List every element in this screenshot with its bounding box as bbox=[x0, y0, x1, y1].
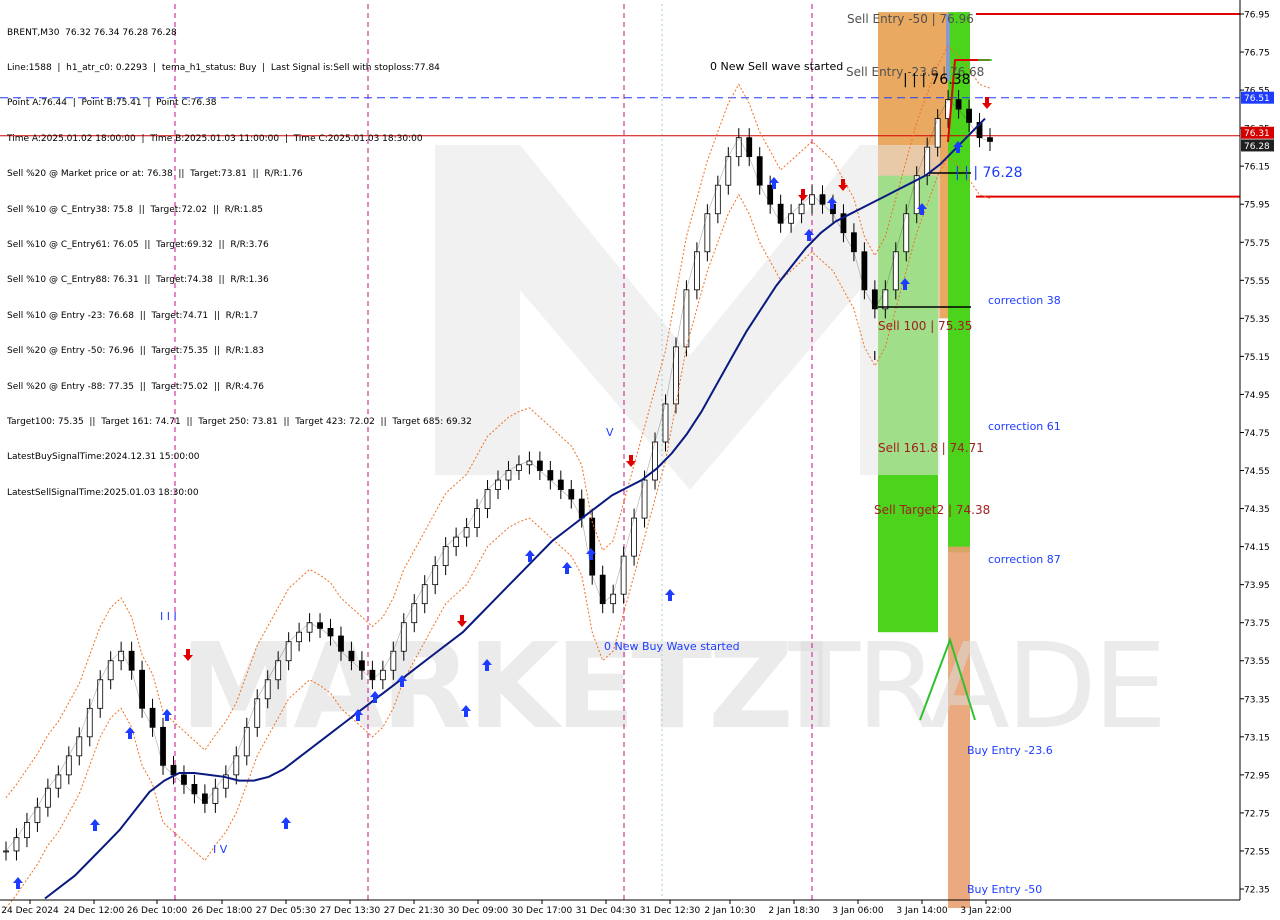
indicator-info-panel: BRENT,M30 76.32 76.34 76.28 76.28 Line:1… bbox=[7, 4, 472, 511]
svg-text:MARKETZI: MARKETZI bbox=[180, 617, 830, 755]
info-line-12: LatestSellSignalTime:2025.01.03 18:30:00 bbox=[7, 487, 199, 498]
x-tick-label-2: 26 Dec 10:00 bbox=[127, 906, 188, 916]
info-line-2: Time A:2025.01.02 18:00:00 | Time B:2025… bbox=[7, 133, 423, 144]
annotation-15: I V bbox=[213, 843, 228, 856]
y-tick-label-1: 76.75 bbox=[1244, 49, 1270, 59]
info-line-0: Line:1588 | h1_atr_c0: 0.2293 | tema_h1_… bbox=[7, 62, 440, 73]
x-tick-label-9: 31 Dec 04:30 bbox=[576, 906, 637, 916]
annotation-2: | | | 76.38 bbox=[903, 72, 971, 88]
y-tick-label-16: 73.75 bbox=[1244, 619, 1270, 629]
x-tick-label-11: 2 Jan 10:30 bbox=[704, 906, 756, 916]
annotation-13: Buy Entry -50 bbox=[967, 883, 1042, 896]
info-line-1: Point A:76.44 | Point B:75.41 | Point C:… bbox=[7, 98, 217, 109]
info-line-6: Sell %10 @ C_Entry88: 76.31 || Target:74… bbox=[7, 275, 269, 286]
x-tick-label-15: 3 Jan 22:00 bbox=[960, 906, 1012, 916]
x-tick-label-14: 3 Jan 14:00 bbox=[896, 906, 948, 916]
info-line-8: Sell %20 @ Entry -50: 76.96 || Target:75… bbox=[7, 346, 264, 357]
annotation-5: 0 New Buy Wave started bbox=[604, 640, 740, 653]
y-tick-label-23: 72.35 bbox=[1244, 886, 1270, 896]
y-tick-label-0: 76.95 bbox=[1244, 11, 1270, 21]
x-tick-label-6: 27 Dec 21:30 bbox=[384, 906, 445, 916]
x-tick-label-7: 30 Dec 09:00 bbox=[448, 906, 509, 916]
x-tick-label-5: 27 Dec 13:30 bbox=[320, 906, 381, 916]
info-line-7: Sell %10 @ Entry -23: 76.68 || Target:74… bbox=[7, 310, 259, 321]
y-tick-label-13: 74.35 bbox=[1244, 505, 1270, 515]
x-tick-label-12: 2 Jan 18:30 bbox=[768, 906, 820, 916]
x-tick-label-0: 24 Dec 2024 bbox=[1, 906, 59, 916]
x-tick-label-4: 27 Dec 05:30 bbox=[256, 906, 317, 916]
x-tick-label-3: 26 Dec 18:00 bbox=[192, 906, 253, 916]
y-tick-label-19: 73.15 bbox=[1244, 733, 1270, 743]
annotation-17: I bbox=[873, 349, 877, 363]
annotation-14: I I I bbox=[160, 610, 177, 623]
x-tick-label-8: 30 Dec 17:00 bbox=[512, 906, 573, 916]
price-badge-label-1: 76.31 bbox=[1244, 129, 1270, 139]
y-tick-label-18: 73.35 bbox=[1244, 695, 1270, 705]
annotation-3: | | | 76.28 bbox=[955, 165, 1023, 181]
annotation-6: Sell 100 | 75.35 bbox=[878, 319, 972, 333]
y-tick-label-8: 75.35 bbox=[1244, 315, 1270, 325]
annotation-7: Sell 161.8 | 74.71 bbox=[878, 441, 984, 455]
candle-body bbox=[3, 850, 9, 853]
info-line-5: Sell %10 @ C_Entry61: 76.05 || Target:69… bbox=[7, 239, 269, 250]
info-line-9: Sell %20 @ Entry -88: 77.35 || Target:75… bbox=[7, 381, 264, 392]
annotation-8: Sell Target2 | 74.38 bbox=[874, 503, 990, 517]
annotation-4: 0 New Sell wave started bbox=[710, 60, 843, 73]
annotation-11: correction 87 bbox=[988, 553, 1061, 566]
y-tick-label-21: 72.75 bbox=[1244, 809, 1270, 819]
svg-text:TRADE: TRADE bbox=[787, 617, 1163, 755]
info-line-10: Target100: 75.35 || Target 161: 74.71 ||… bbox=[7, 416, 472, 427]
y-tick-label-5: 75.95 bbox=[1244, 201, 1270, 211]
annotation-12: Buy Entry -23.6 bbox=[967, 744, 1053, 757]
info-line-4: Sell %10 @ C_Entry38: 75.8 || Target:72.… bbox=[7, 204, 263, 215]
y-tick-label-4: 76.15 bbox=[1244, 163, 1270, 173]
annotation-16: V bbox=[606, 426, 614, 439]
y-tick-label-17: 73.55 bbox=[1244, 657, 1270, 667]
x-tick-label-10: 31 Dec 12:30 bbox=[640, 906, 701, 916]
y-tick-label-6: 75.75 bbox=[1244, 239, 1270, 249]
annotation-10: correction 61 bbox=[988, 420, 1061, 433]
x-tick-label-1: 24 Dec 12:00 bbox=[64, 906, 125, 916]
y-tick-label-20: 72.95 bbox=[1244, 771, 1270, 781]
y-tick-label-10: 74.95 bbox=[1244, 391, 1270, 401]
y-tick-label-14: 74.15 bbox=[1244, 543, 1270, 553]
y-tick-label-15: 73.95 bbox=[1244, 581, 1270, 591]
annotation-0: Sell Entry -50 | 76.96 bbox=[847, 12, 974, 26]
y-tick-label-12: 74.55 bbox=[1244, 467, 1270, 477]
y-tick-label-9: 75.15 bbox=[1244, 353, 1270, 363]
info-line-11: LatestBuySignalTime:2024.12.31 15:00:00 bbox=[7, 452, 200, 463]
price-badge-label-0: 76.51 bbox=[1244, 94, 1270, 104]
info-line-3: Sell %20 @ Market price or at: 76.38 || … bbox=[7, 169, 303, 180]
y-tick-label-11: 74.75 bbox=[1244, 429, 1270, 439]
y-tick-label-7: 75.55 bbox=[1244, 277, 1270, 287]
symbol-line: BRENT,M30 76.32 76.34 76.28 76.28 bbox=[7, 27, 177, 38]
price-badge-label-2: 76.28 bbox=[1244, 142, 1270, 152]
annotation-9: correction 38 bbox=[988, 294, 1061, 307]
y-tick-label-22: 72.55 bbox=[1244, 847, 1270, 857]
x-tick-label-13: 3 Jan 06:00 bbox=[832, 906, 884, 916]
